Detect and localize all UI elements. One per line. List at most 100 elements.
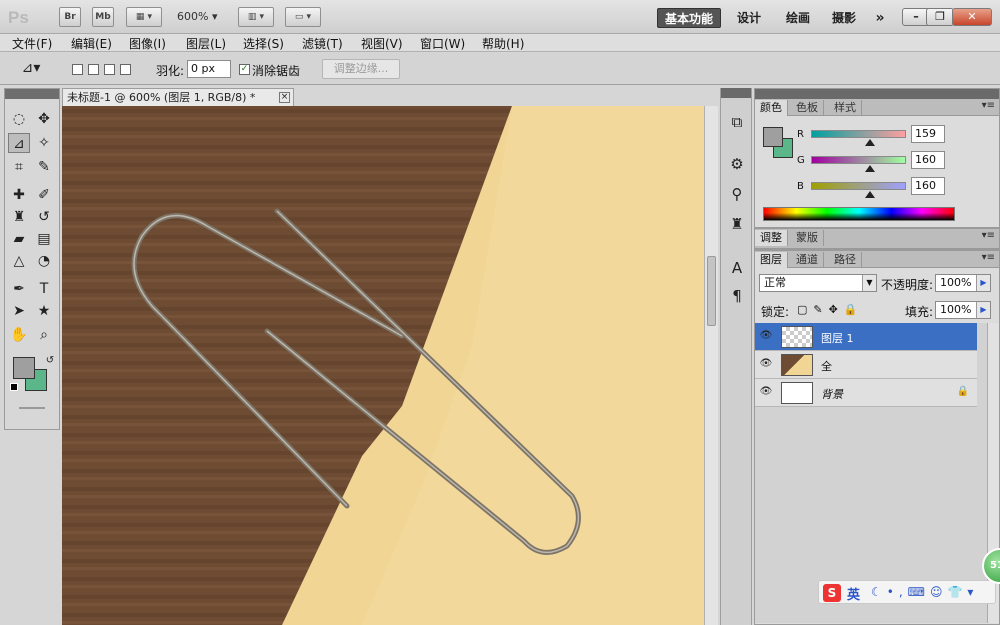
gradient-tool-icon[interactable]: ▤: [33, 229, 55, 249]
fill-arrow-icon[interactable]: ▶: [976, 302, 990, 318]
blue-slider-thumb[interactable]: [865, 191, 875, 198]
refine-edge-button[interactable]: 调整边缘...: [322, 59, 400, 79]
workspace-essentials[interactable]: 基本功能: [657, 8, 721, 28]
blue-slider[interactable]: [811, 182, 906, 190]
ime-tool-icons[interactable]: ☾•,⌨☺👕▾: [871, 585, 978, 599]
tab-swatches[interactable]: 色板: [791, 100, 824, 116]
blue-value-input[interactable]: 160: [911, 177, 945, 195]
tab-color[interactable]: 颜色: [755, 100, 788, 116]
menu-layer[interactable]: 图层(L): [186, 35, 226, 52]
menu-file[interactable]: 文件(F): [12, 35, 52, 52]
paragraph-panel-icon[interactable]: ¶: [727, 286, 747, 306]
pen-tool-icon[interactable]: ✒: [8, 279, 30, 299]
sogou-logo-icon[interactable]: S: [823, 584, 841, 602]
eye-icon[interactable]: 👁: [759, 386, 773, 398]
eye-icon[interactable]: 👁: [759, 330, 773, 342]
opacity-input[interactable]: 100% ▶: [935, 274, 991, 292]
menu-view[interactable]: 视图(V): [361, 35, 403, 52]
crop-tool-icon[interactable]: ⌗: [8, 157, 30, 177]
menu-help[interactable]: 帮助(H): [482, 35, 524, 52]
view-extras-button[interactable]: ▦ ▾: [126, 7, 162, 27]
menu-edit[interactable]: 编辑(E): [71, 35, 112, 52]
green-slider[interactable]: [811, 156, 906, 164]
scrollbar-thumb[interactable]: [707, 256, 716, 326]
minibridge-button[interactable]: Mb: [92, 7, 114, 27]
more-workspaces-button[interactable]: »: [870, 8, 890, 28]
close-window-button[interactable]: ✕: [952, 8, 992, 26]
tools-panel-header[interactable]: [5, 89, 59, 99]
tab-styles[interactable]: 样式: [829, 100, 862, 116]
menu-window[interactable]: 窗口(W): [420, 35, 465, 52]
menu-image[interactable]: 图像(I): [129, 35, 166, 52]
menu-select[interactable]: 选择(S): [243, 35, 284, 52]
type-tool-icon[interactable]: T: [33, 279, 55, 299]
lock-options-icons[interactable]: ▢✎✥🔒: [797, 303, 864, 316]
selection-add-icon[interactable]: [88, 64, 99, 75]
feather-input[interactable]: 0 px: [187, 60, 231, 78]
clone-source-icon[interactable]: ♜: [727, 214, 747, 234]
red-slider-thumb[interactable]: [865, 139, 875, 146]
history-panel-icon[interactable]: ⧉: [727, 112, 747, 132]
zoom-level-dropdown[interactable]: 600% ▾: [177, 10, 217, 23]
fill-input[interactable]: 100% ▶: [935, 301, 991, 319]
ime-mode-toggle[interactable]: 英: [847, 584, 860, 603]
green-slider-thumb[interactable]: [865, 165, 875, 172]
polygonal-lasso-preset-icon[interactable]: ⊿▾: [20, 58, 42, 78]
history-brush-tool-icon[interactable]: ↺: [33, 207, 55, 227]
default-colors-icon[interactable]: [10, 383, 18, 391]
eyedropper-tool-icon[interactable]: ✎: [33, 157, 55, 177]
strip-header[interactable]: [721, 88, 751, 98]
layer-row-layer1[interactable]: 👁 图层 1: [755, 323, 977, 351]
blur-tool-icon[interactable]: △: [8, 251, 30, 271]
color-panel-topbar[interactable]: [755, 89, 999, 99]
antialias-checkbox[interactable]: ✓: [239, 64, 250, 75]
tab-masks[interactable]: 蒙版: [791, 230, 824, 246]
document-tab[interactable]: 未标题-1 @ 600% (图层 1, RGB/8) * ×: [62, 88, 294, 106]
blend-mode-dropdown[interactable]: 正常 ▼: [759, 274, 877, 292]
tab-adjustments[interactable]: 调整: [755, 230, 788, 246]
selection-new-icon[interactable]: [72, 64, 83, 75]
tab-channels[interactable]: 通道: [791, 252, 824, 268]
layer-row-background[interactable]: 👁 背景 🔒: [755, 379, 977, 407]
hand-tool-icon[interactable]: ✋: [8, 325, 30, 345]
swap-colors-icon[interactable]: ↺: [39, 351, 61, 371]
tab-layers[interactable]: 图层: [755, 252, 788, 268]
selection-intersect-icon[interactable]: [120, 64, 131, 75]
tab-paths[interactable]: 路径: [829, 252, 862, 268]
green-value-input[interactable]: 160: [911, 151, 945, 169]
document-canvas[interactable]: [62, 106, 704, 625]
workspace-design[interactable]: 设计: [731, 8, 767, 28]
brush-presets-icon[interactable]: ⚙: [727, 154, 747, 174]
color-panel-foreground-swatch[interactable]: [763, 127, 783, 147]
adjustments-panel-menu-icon[interactable]: ▾≡: [982, 230, 995, 241]
character-panel-icon[interactable]: A: [727, 258, 747, 278]
healing-brush-tool-icon[interactable]: ✚: [8, 185, 30, 205]
quick-mask-icon[interactable]: [19, 407, 45, 409]
clone-stamp-tool-icon[interactable]: ♜: [8, 207, 30, 227]
shape-tool-icon[interactable]: ★: [33, 301, 55, 321]
close-document-icon[interactable]: ×: [279, 92, 290, 103]
restore-button[interactable]: ❐: [926, 8, 954, 26]
selection-subtract-icon[interactable]: [104, 64, 115, 75]
red-slider[interactable]: [811, 130, 906, 138]
marquee-tool-icon[interactable]: ◌: [8, 109, 30, 129]
screen-mode-button[interactable]: ▭ ▾: [285, 7, 321, 27]
eye-icon[interactable]: 👁: [759, 358, 773, 370]
path-selection-tool-icon[interactable]: ➤: [8, 301, 30, 321]
foreground-color-swatch[interactable]: [13, 357, 35, 379]
eraser-tool-icon[interactable]: ▰: [8, 229, 30, 249]
dodge-tool-icon[interactable]: ◔: [33, 251, 55, 271]
color-panel-menu-icon[interactable]: ▾≡: [982, 100, 995, 111]
menu-filter[interactable]: 滤镜(T): [302, 35, 343, 52]
zoom-tool-icon[interactable]: ⌕: [33, 325, 55, 345]
red-value-input[interactable]: 159: [911, 125, 945, 143]
layers-panel-menu-icon[interactable]: ▾≡: [982, 252, 995, 263]
workspace-painting[interactable]: 绘画: [780, 8, 816, 28]
arrange-documents-button[interactable]: ▥ ▾: [238, 7, 274, 27]
canvas-vertical-scrollbar[interactable]: [704, 106, 718, 625]
brush-tool-icon[interactable]: ✐: [33, 185, 55, 205]
brush-panel-icon[interactable]: ⚲: [727, 184, 747, 204]
workspace-photography[interactable]: 摄影: [826, 8, 862, 28]
color-spectrum-bar[interactable]: [763, 207, 955, 221]
layer-row-quan[interactable]: 👁 全: [755, 351, 977, 379]
